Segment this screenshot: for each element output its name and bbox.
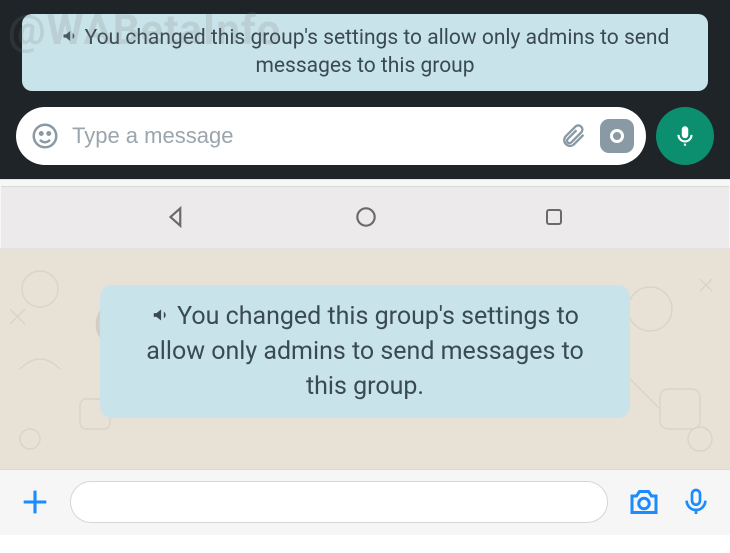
voice-record-button[interactable]	[680, 486, 712, 518]
ios-compose-toolbar	[0, 469, 730, 535]
compose-row	[16, 107, 714, 165]
android-navbar	[1, 186, 729, 248]
megaphone-icon	[151, 301, 173, 336]
message-input[interactable]	[72, 123, 546, 149]
system-message-bubble: You changed this group's settings to all…	[22, 14, 708, 91]
camera-icon[interactable]	[626, 484, 662, 520]
compose-pill	[16, 107, 646, 165]
voice-record-button[interactable]	[656, 107, 714, 165]
nav-home-button[interactable]	[353, 204, 379, 230]
nav-back-button[interactable]	[164, 204, 190, 230]
add-button[interactable]	[18, 485, 52, 519]
attachment-icon[interactable]	[556, 119, 590, 153]
system-message-bubble: You changed this group's settings to all…	[100, 285, 630, 418]
android-navbar-container	[0, 179, 730, 249]
system-message-text: You changed this group's settings to all…	[85, 26, 670, 78]
system-message-text: You changed this group's settings to all…	[146, 302, 584, 401]
emoji-icon[interactable]	[28, 119, 62, 153]
android-chat-area: @WABetaInfo You changed this group's set…	[0, 0, 730, 179]
camera-icon[interactable]	[600, 119, 634, 153]
ios-chat-area: @WABetaInfo You changed this group's set…	[0, 249, 730, 469]
megaphone-icon	[61, 26, 81, 54]
message-input[interactable]	[70, 481, 608, 523]
nav-recent-button[interactable]	[542, 205, 566, 229]
